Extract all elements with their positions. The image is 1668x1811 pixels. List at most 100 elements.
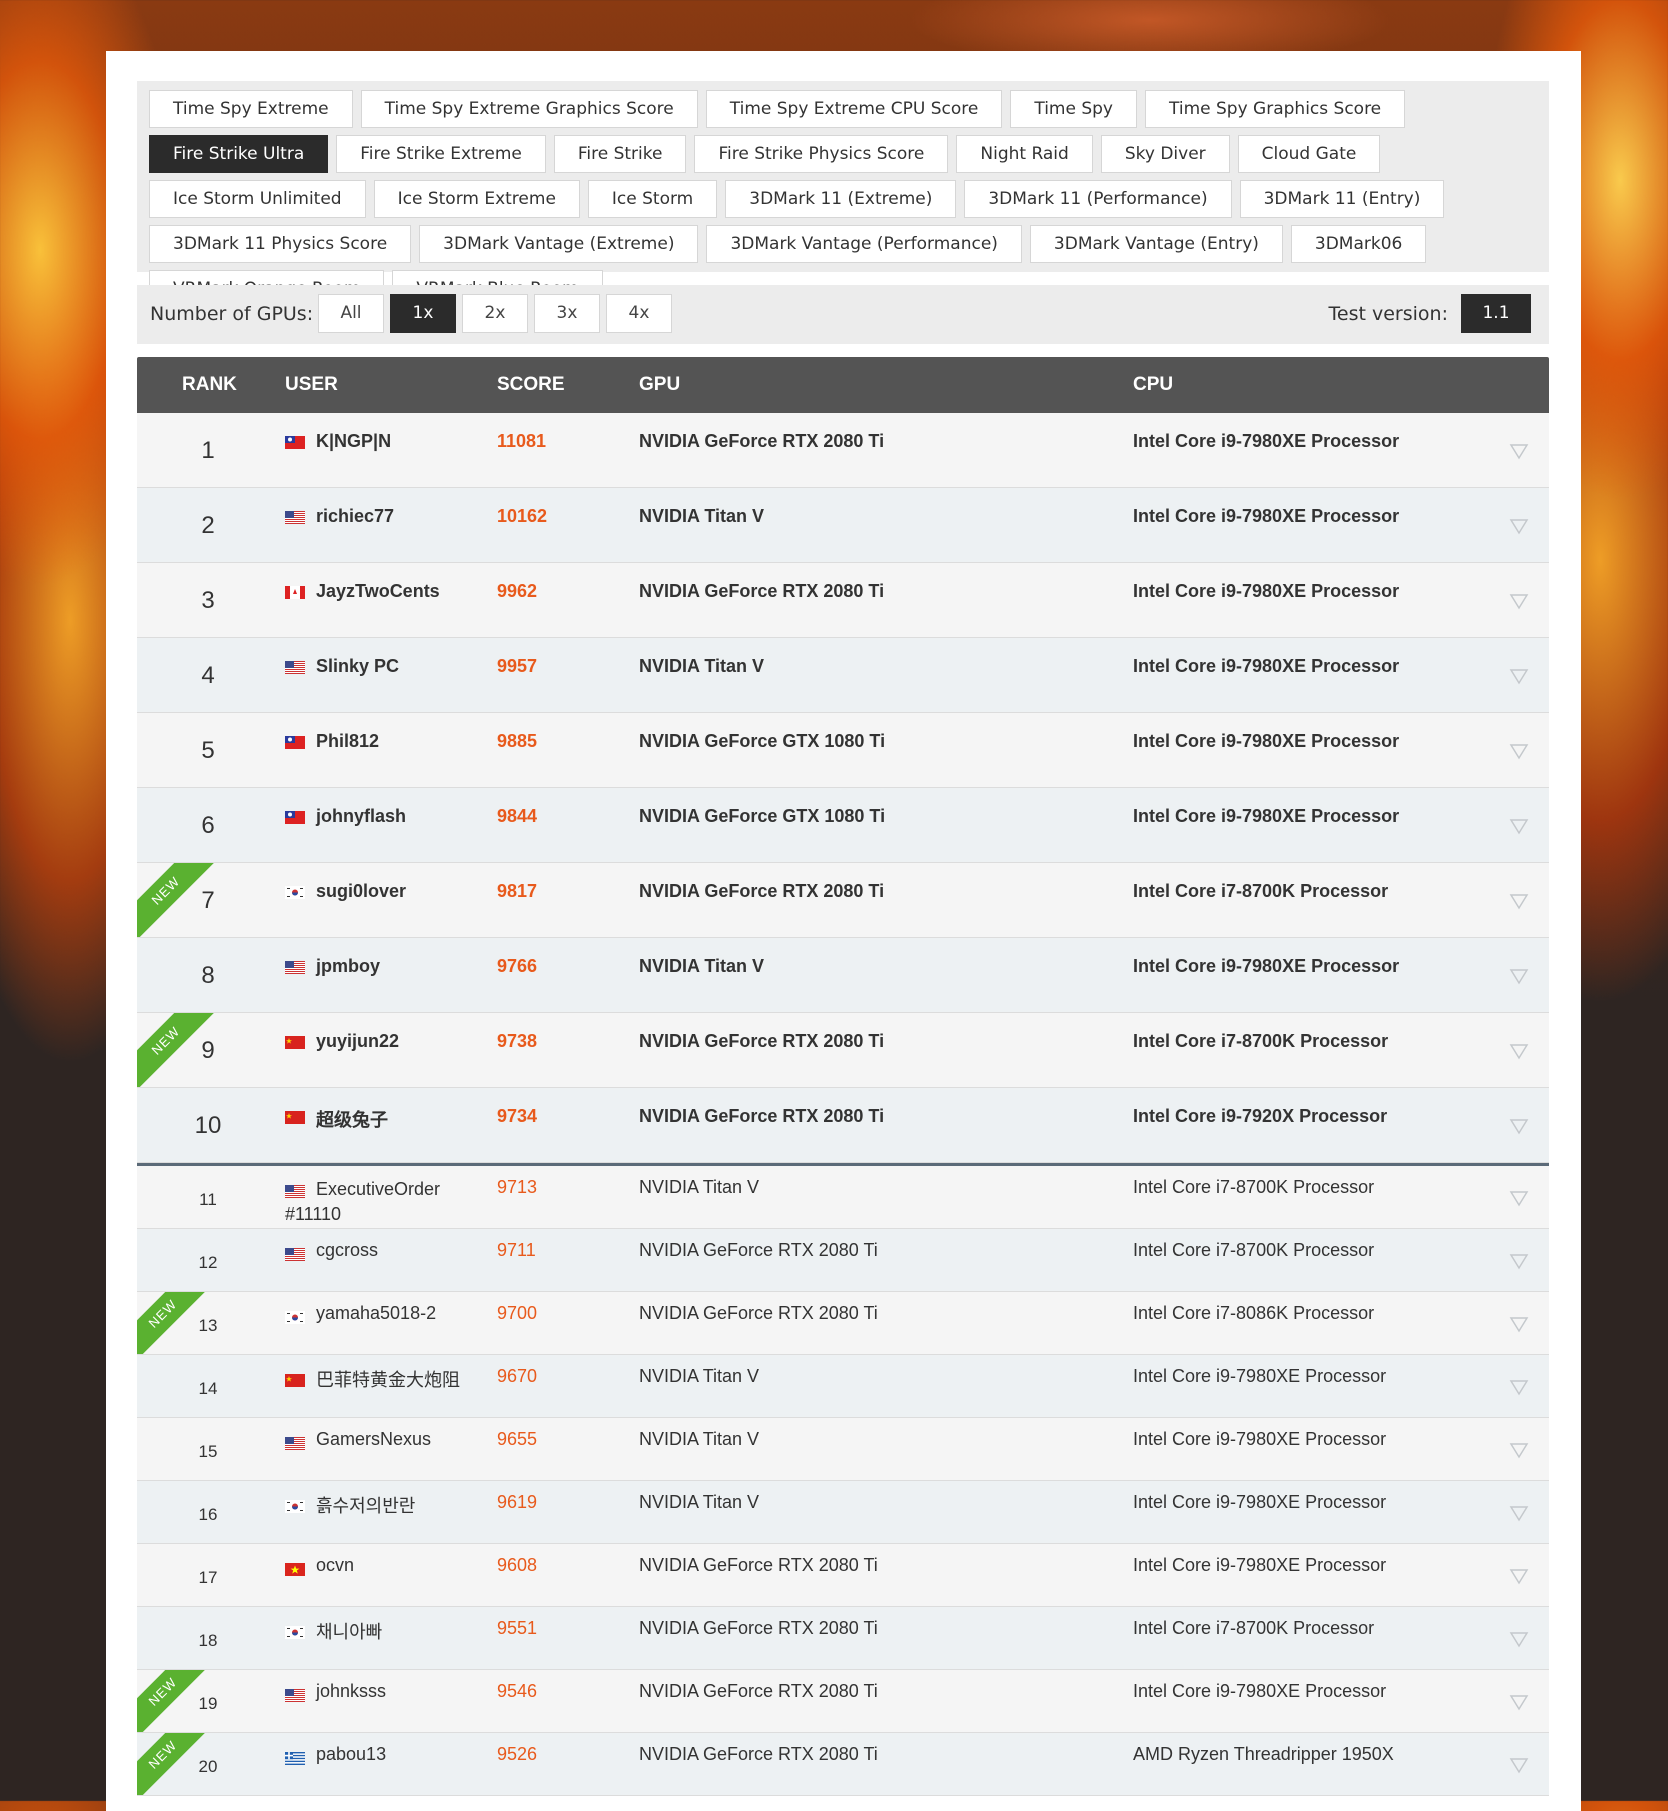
table-row[interactable]: 12 cgcross 9711 NVIDIA GeForce RTX 2080 … [137, 1229, 1549, 1292]
table-row[interactable]: 3 JayzTwoCents 9962 NVIDIA GeForce RTX 2… [137, 563, 1549, 638]
test-button[interactable]: Fire Strike Ultra [149, 135, 329, 173]
user-link[interactable]: sugi0lover [316, 881, 491, 902]
table-row[interactable]: 17 ocvn 9608 NVIDIA GeForce RTX 2080 Ti … [137, 1544, 1549, 1607]
test-button[interactable]: 3DMark06 [1290, 225, 1427, 263]
table-row[interactable]: NEW 20 pabou13 9526 NVIDIA GeForce RTX 2… [137, 1733, 1549, 1796]
user-link[interactable]: johnyflash [316, 806, 491, 827]
chevron-down-icon[interactable] [1509, 1503, 1529, 1523]
user-link[interactable]: 巴菲特黄金大炮阻 [316, 1366, 491, 1392]
test-button[interactable]: 3DMark 11 (Extreme) [725, 180, 957, 218]
chevron-down-icon[interactable] [1509, 516, 1529, 536]
score-link[interactable]: 9817 [497, 881, 537, 902]
user-link[interactable]: cgcross [316, 1240, 491, 1261]
table-row[interactable]: 16 흙수저의반란 9619 NVIDIA Titan V Intel Core… [137, 1481, 1549, 1544]
chevron-down-icon[interactable] [1509, 816, 1529, 836]
user-link[interactable]: 채니아빠 [316, 1618, 491, 1644]
test-button[interactable]: Ice Storm [587, 180, 718, 218]
test-button[interactable]: Time Spy Extreme Graphics Score [360, 90, 698, 128]
user-link[interactable]: yamaha5018-2 [316, 1303, 491, 1324]
gpu-count-button[interactable]: 3x [534, 294, 600, 333]
score-link[interactable]: 9700 [497, 1303, 537, 1324]
user-link[interactable]: K|NGP|N [316, 431, 491, 452]
chevron-down-icon[interactable] [1509, 1566, 1529, 1586]
chevron-down-icon[interactable] [1509, 1314, 1529, 1334]
table-row[interactable]: 5 Phil812 9885 NVIDIA GeForce GTX 1080 T… [137, 713, 1549, 788]
score-link[interactable]: 9619 [497, 1492, 537, 1513]
table-row[interactable]: 10 超级兔子 9734 NVIDIA GeForce RTX 2080 Ti … [137, 1088, 1549, 1163]
test-button[interactable]: 3DMark Vantage (Entry) [1029, 225, 1283, 263]
chevron-down-icon[interactable] [1509, 1377, 1529, 1397]
user-link[interactable]: richiec77 [316, 506, 491, 527]
test-button[interactable]: Cloud Gate [1237, 135, 1381, 173]
user-link[interactable]: 흙수저의반란 [316, 1492, 491, 1518]
gpu-count-button[interactable]: All [318, 294, 384, 333]
score-link[interactable]: 9962 [497, 581, 537, 602]
score-link[interactable]: 9734 [497, 1106, 537, 1127]
table-row[interactable]: 8 jpmboy 9766 NVIDIA Titan V Intel Core … [137, 938, 1549, 1013]
chevron-down-icon[interactable] [1509, 1188, 1529, 1208]
test-button[interactable]: Ice Storm Extreme [373, 180, 580, 218]
chevron-down-icon[interactable] [1509, 741, 1529, 761]
gpu-count-button[interactable]: 1x [390, 294, 456, 333]
user-link[interactable]: 超级兔子 [316, 1106, 491, 1132]
table-row[interactable]: 14 巴菲特黄金大炮阻 9670 NVIDIA Titan V Intel Co… [137, 1355, 1549, 1418]
score-link[interactable]: 9526 [497, 1744, 537, 1765]
chevron-down-icon[interactable] [1509, 1440, 1529, 1460]
score-link[interactable]: 9844 [497, 806, 537, 827]
chevron-down-icon[interactable] [1509, 1041, 1529, 1061]
table-row[interactable]: 6 johnyflash 9844 NVIDIA GeForce GTX 108… [137, 788, 1549, 863]
test-button[interactable]: Fire Strike Extreme [336, 135, 546, 173]
test-button[interactable]: Fire Strike [553, 135, 687, 173]
chevron-down-icon[interactable] [1509, 1251, 1529, 1271]
table-row[interactable]: NEW 19 johnksss 9546 NVIDIA GeForce RTX … [137, 1670, 1549, 1733]
user-link[interactable]: ocvn [316, 1555, 491, 1576]
score-link[interactable]: 10162 [497, 506, 547, 527]
test-button[interactable]: Time Spy Graphics Score [1145, 90, 1406, 128]
score-link[interactable]: 9738 [497, 1031, 537, 1052]
score-link[interactable]: 9885 [497, 731, 537, 752]
header-user[interactable]: USER [285, 357, 338, 413]
score-link[interactable]: 11081 [497, 431, 546, 452]
score-link[interactable]: 9713 [497, 1177, 537, 1198]
chevron-down-icon[interactable] [1509, 1755, 1529, 1775]
chevron-down-icon[interactable] [1509, 1692, 1529, 1712]
table-row[interactable]: NEW 13 yamaha5018-2 9700 NVIDIA GeForce … [137, 1292, 1549, 1355]
gpu-count-button[interactable]: 4x [606, 294, 672, 333]
user-link[interactable]: pabou13 [316, 1744, 491, 1765]
score-link[interactable]: 9766 [497, 956, 537, 977]
score-link[interactable]: 9957 [497, 656, 537, 677]
chevron-down-icon[interactable] [1509, 591, 1529, 611]
header-score[interactable]: SCORE [497, 357, 565, 413]
test-button[interactable]: 3DMark 11 Physics Score [149, 225, 412, 263]
chevron-down-icon[interactable] [1509, 1629, 1529, 1649]
table-row[interactable]: 15 GamersNexus 9655 NVIDIA Titan V Intel… [137, 1418, 1549, 1481]
table-row[interactable]: 2 richiec77 10162 NVIDIA Titan V Intel C… [137, 488, 1549, 563]
user-link[interactable]: GamersNexus [316, 1429, 491, 1450]
score-link[interactable]: 9551 [497, 1618, 537, 1639]
test-button[interactable]: Time Spy [1010, 90, 1137, 128]
test-button[interactable]: Time Spy Extreme CPU Score [705, 90, 1003, 128]
test-button[interactable]: Night Raid [956, 135, 1093, 173]
user-link[interactable]: yuyijun22 [316, 1031, 491, 1052]
gpu-count-button[interactable]: 2x [462, 294, 528, 333]
score-link[interactable]: 9608 [497, 1555, 537, 1576]
header-rank[interactable]: RANK [182, 357, 237, 413]
chevron-down-icon[interactable] [1509, 666, 1529, 686]
chevron-down-icon[interactable] [1509, 891, 1529, 911]
test-button[interactable]: 3DMark Vantage (Performance) [706, 225, 1022, 263]
table-row[interactable]: 11 ExecutiveOrder #11110 9713 NVIDIA Tit… [137, 1163, 1549, 1229]
test-button[interactable]: Ice Storm Unlimited [149, 180, 366, 218]
table-row[interactable]: NEW 7 sugi0lover 9817 NVIDIA GeForce RTX… [137, 863, 1549, 938]
user-link[interactable]: ExecutiveOrder #11110 [285, 1177, 475, 1227]
header-gpu[interactable]: GPU [639, 357, 680, 413]
test-button[interactable]: 3DMark Vantage (Extreme) [419, 225, 699, 263]
table-row[interactable]: 4 Slinky PC 9957 NVIDIA Titan V Intel Co… [137, 638, 1549, 713]
test-button[interactable]: Time Spy Extreme [149, 90, 353, 128]
user-link[interactable]: Phil812 [316, 731, 491, 752]
test-button[interactable]: Fire Strike Physics Score [694, 135, 949, 173]
test-button[interactable]: 3DMark 11 (Performance) [964, 180, 1232, 218]
chevron-down-icon[interactable] [1509, 966, 1529, 986]
table-row[interactable]: NEW 9 yuyijun22 9738 NVIDIA GeForce RTX … [137, 1013, 1549, 1088]
user-link[interactable]: jpmboy [316, 956, 491, 977]
table-row[interactable]: 18 채니아빠 9551 NVIDIA GeForce RTX 2080 Ti … [137, 1607, 1549, 1670]
